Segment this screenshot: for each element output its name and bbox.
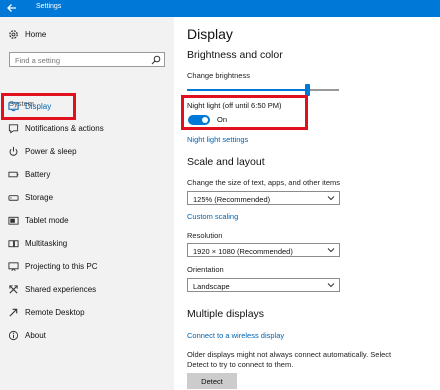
sidebar-item-label: Notifications & actions	[25, 124, 104, 133]
sidebar-item-label: Projecting to this PC	[25, 262, 98, 271]
sidebar-home-label: Home	[25, 30, 47, 39]
section-heading-multiple-displays: Multiple displays	[187, 308, 265, 320]
section-heading-scale: Scale and layout	[187, 156, 265, 168]
power-icon	[9, 146, 18, 156]
highlight-box-display	[1, 93, 76, 120]
notifications-icon	[8, 124, 19, 134]
storage-icon	[8, 195, 19, 201]
dropdown-value: 1920 × 1080 (Recommended)	[193, 246, 293, 256]
battery-icon	[8, 171, 19, 178]
resolution-dropdown[interactable]: 1920 × 1080 (Recommended)	[187, 243, 340, 257]
shared-icon	[9, 285, 18, 294]
brightness-slider-fill	[187, 89, 307, 91]
highlight-box-night-light	[181, 95, 308, 130]
gear-icon	[9, 30, 18, 39]
tablet-icon	[8, 216, 19, 225]
search-input[interactable]: Find a setting	[9, 52, 165, 67]
orientation-dropdown[interactable]: Landscape	[187, 278, 340, 292]
section-heading-brightness: Brightness and color	[187, 49, 283, 61]
page-title: Display	[187, 26, 233, 42]
title-bar: Settings	[0, 0, 440, 17]
sidebar-item-remote-desktop[interactable]: Remote Desktop	[0, 303, 174, 323]
multitasking-icon	[8, 240, 19, 248]
sidebar-item-label: Multitasking	[25, 239, 68, 248]
older-displays-note-line2: Detect to try to connect to them.	[187, 360, 294, 369]
night-light-settings-link[interactable]: Night light settings	[187, 135, 248, 144]
sidebar-item-about[interactable]: About	[0, 326, 174, 346]
search-icon[interactable]	[151, 55, 161, 65]
custom-scaling-link[interactable]: Custom scaling	[187, 212, 238, 221]
detect-button-label: Detect	[201, 377, 223, 386]
chevron-down-icon	[327, 248, 335, 253]
sidebar-home[interactable]: Home	[0, 25, 174, 45]
chevron-down-icon	[327, 283, 335, 288]
sidebar-item-storage[interactable]: Storage	[0, 188, 174, 208]
remote-desktop-icon	[9, 308, 18, 317]
info-icon	[8, 330, 19, 341]
scale-size-label: Change the size of text, apps, and other…	[187, 178, 341, 187]
sidebar-item-multitasking[interactable]: Multitasking	[0, 234, 174, 254]
scale-size-dropdown[interactable]: 125% (Recommended)	[187, 191, 340, 205]
dropdown-value: 125% (Recommended)	[193, 194, 271, 204]
back-arrow-icon[interactable]	[6, 2, 18, 14]
projecting-icon	[8, 262, 19, 271]
chevron-down-icon	[327, 196, 335, 201]
sidebar-item-power[interactable]: Power & sleep	[0, 142, 174, 162]
sidebar-item-label: Storage	[25, 193, 54, 202]
resolution-label: Resolution	[187, 231, 223, 240]
sidebar: Home Find a setting System Display Notif…	[0, 17, 174, 390]
sidebar-item-label: Power & sleep	[25, 147, 77, 156]
older-displays-note-line1: Older displays might not always connect …	[187, 350, 392, 359]
dropdown-value: Landscape	[193, 281, 230, 291]
sidebar-item-projecting[interactable]: Projecting to this PC	[0, 257, 174, 277]
sidebar-item-label: About	[25, 331, 46, 340]
sidebar-item-label: Tablet mode	[25, 216, 69, 225]
sidebar-item-shared-experiences[interactable]: Shared experiences	[0, 280, 174, 300]
sidebar-item-tablet-mode[interactable]: Tablet mode	[0, 211, 174, 231]
sidebar-item-label: Battery	[25, 170, 51, 179]
sidebar-item-label: Remote Desktop	[25, 308, 85, 317]
search-placeholder: Find a setting	[15, 56, 61, 65]
brightness-slider[interactable]	[187, 84, 339, 96]
orientation-label: Orientation	[187, 265, 224, 274]
sidebar-item-label: Shared experiences	[25, 285, 97, 294]
sidebar-item-notifications[interactable]: Notifications & actions	[0, 119, 174, 139]
window-title: Settings	[36, 3, 62, 10]
connect-wireless-display-link[interactable]: Connect to a wireless display	[187, 331, 284, 340]
brightness-label: Change brightness	[187, 71, 250, 80]
sidebar-item-battery[interactable]: Battery	[0, 165, 174, 185]
detect-button[interactable]: Detect	[187, 373, 237, 389]
main-content: Display Brightness and color Change brig…	[174, 17, 440, 390]
